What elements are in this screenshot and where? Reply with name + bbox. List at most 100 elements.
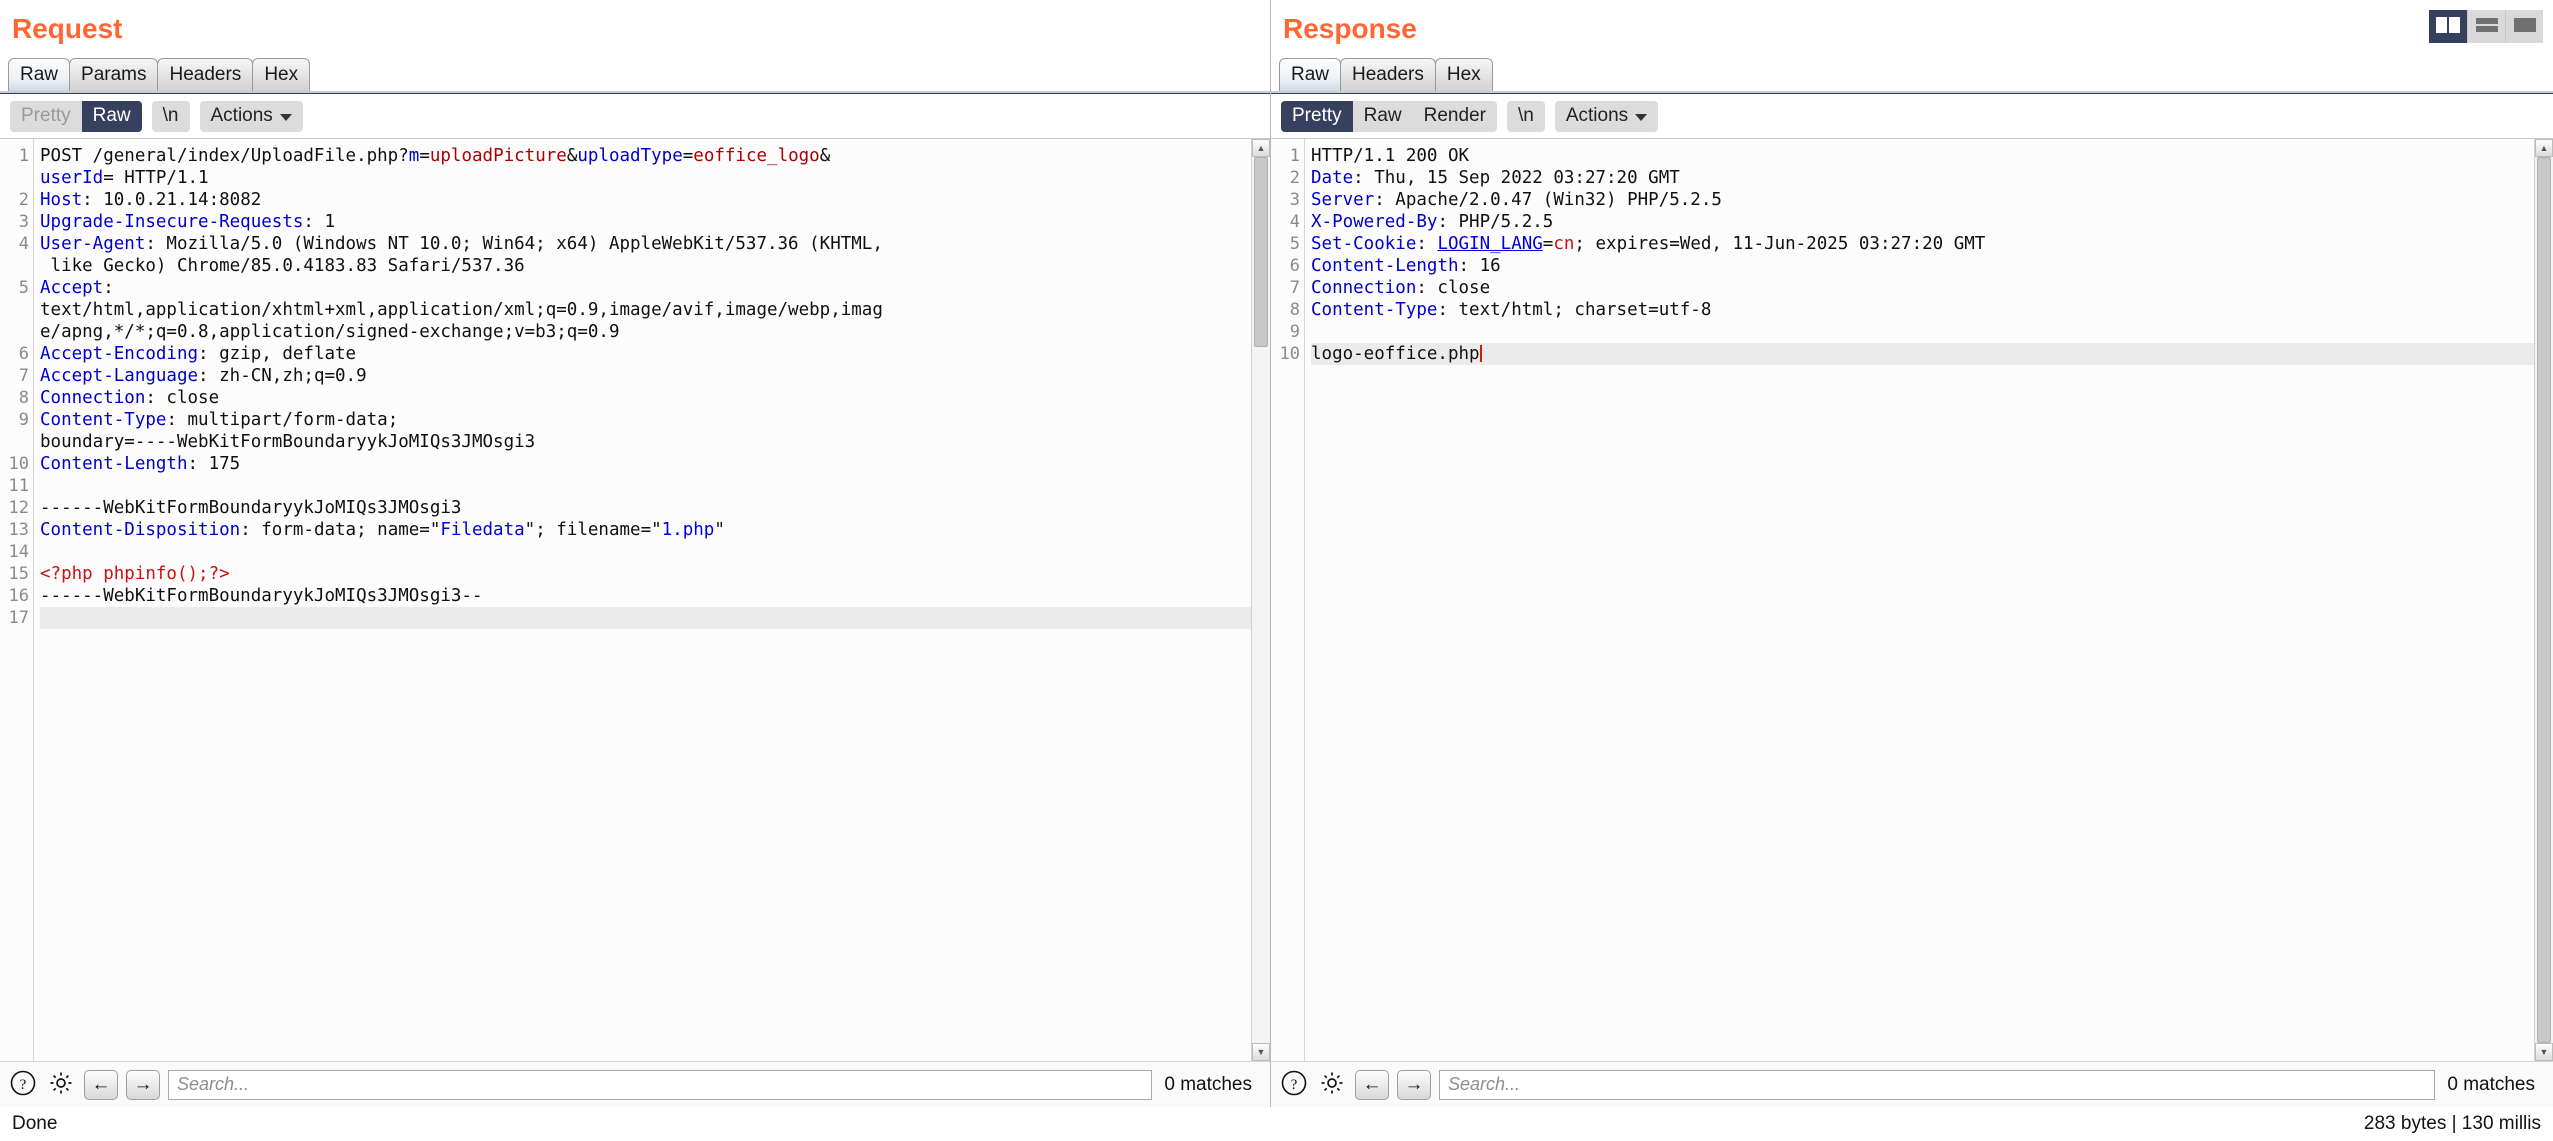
code-span: Content-Length — [40, 454, 188, 474]
arrow-right-icon: → — [1405, 1074, 1424, 1096]
code-span: Content-Type — [1311, 300, 1437, 320]
split-horizontal-icon — [2476, 17, 2498, 36]
question-mark-icon: ? — [1281, 1070, 1307, 1099]
request-searchbar: ? ← — [0, 1061, 1270, 1107]
response-view-raw[interactable]: Raw — [1353, 101, 1413, 132]
code-span: cn — [1553, 234, 1574, 254]
code-span: userId — [40, 168, 103, 188]
request-tab-raw[interactable]: Raw — [8, 58, 70, 91]
arrow-left-icon: ← — [92, 1074, 111, 1096]
code-line: userId= HTTP/1.1 — [40, 167, 1251, 189]
request-scroll-thumb[interactable] — [1254, 157, 1268, 347]
response-view-render[interactable]: Render — [1413, 101, 1497, 132]
svg-text:?: ? — [20, 1077, 27, 1093]
code-span: logo-eoffice.php — [1311, 344, 1480, 364]
request-newline-button[interactable]: \n — [152, 101, 190, 132]
request-view-mode-group: Pretty Raw — [10, 101, 142, 132]
line-number: 17 — [0, 607, 33, 629]
request-scroll-down-arrow[interactable]: ▼ — [1252, 1043, 1270, 1061]
code-line: Content-Type: text/html; charset=utf-8 — [1311, 299, 2534, 321]
code-line: Server: Apache/2.0.47 (Win32) PHP/5.2.5 — [1311, 189, 2534, 211]
code-span: : Thu, 15 Sep 2022 03:27:20 GMT — [1353, 168, 1680, 188]
line-number: 15 — [0, 563, 33, 585]
code-span: Upgrade-Insecure-Requests — [40, 212, 303, 232]
line-number: 1 — [0, 145, 33, 167]
request-help-button[interactable]: ? — [8, 1070, 38, 1100]
response-editor[interactable]: 12345678910 HTTP/1.1 200 OKDate: Thu, 15… — [1271, 139, 2534, 1061]
response-scroll-track[interactable] — [2535, 157, 2553, 1043]
code-span: : close — [1416, 278, 1490, 298]
response-vertical-scrollbar[interactable]: ▲ ▼ — [2534, 139, 2553, 1061]
line-number: 14 — [0, 541, 33, 563]
code-span: LOGIN_LANG — [1437, 234, 1542, 254]
line-number: 10 — [0, 453, 33, 475]
request-editor[interactable]: 1 234 5 6789 1011121314151617 POST /gene… — [0, 139, 1251, 1061]
response-search-next-button[interactable]: → — [1397, 1070, 1431, 1100]
line-number: 9 — [1271, 321, 1304, 343]
request-tab-hex[interactable]: Hex — [252, 58, 310, 91]
response-editor-wrap: 12345678910 HTTP/1.1 200 OKDate: Thu, 15… — [1271, 138, 2553, 1061]
code-span: text/html,application/xhtml+xml,applicat… — [40, 300, 883, 320]
response-actions-button[interactable]: Actions — [1555, 101, 1658, 132]
code-span: POST /general/index/UploadFile.php? — [40, 146, 409, 166]
response-view-pretty[interactable]: Pretty — [1281, 101, 1353, 132]
code-span: "; filename=" — [525, 520, 662, 540]
response-scroll-up-arrow[interactable]: ▲ — [2535, 139, 2553, 157]
response-title-row: Response — [1271, 0, 2553, 58]
code-line: Accept: — [40, 277, 1251, 299]
response-search-previous-button[interactable]: ← — [1355, 1070, 1389, 1100]
request-view-pretty[interactable]: Pretty — [10, 101, 82, 132]
request-settings-button[interactable] — [46, 1070, 76, 1100]
line-number: 5 — [0, 277, 33, 299]
layout-single-pane-button[interactable] — [2505, 10, 2543, 43]
request-view-raw[interactable]: Raw — [82, 101, 142, 132]
request-search-next-button[interactable]: → — [126, 1070, 160, 1100]
response-search-input[interactable] — [1439, 1070, 2435, 1100]
code-span: boundary=----WebKitFormBoundaryykJoMIQs3… — [40, 432, 535, 452]
code-span: : 175 — [188, 454, 241, 474]
request-vertical-scrollbar[interactable]: ▲ ▼ — [1251, 139, 1270, 1061]
code-span: m — [409, 146, 420, 166]
code-line: ------WebKitFormBoundaryykJoMIQs3JMOsgi3 — [40, 497, 1251, 519]
code-span: : zh-CN,zh;q=0.9 — [198, 366, 367, 386]
request-tab-headers[interactable]: Headers — [157, 58, 253, 91]
request-scroll-up-arrow[interactable]: ▲ — [1252, 139, 1270, 157]
request-pane: Request Raw Params Headers Hex Pretty Ra… — [0, 0, 1271, 1107]
code-line: Connection: close — [1311, 277, 2534, 299]
code-span: = HTTP/1.1 — [103, 168, 208, 188]
response-title: Response — [1283, 13, 1417, 45]
request-search-input[interactable] — [168, 1070, 1152, 1100]
code-line: Set-Cookie: LOGIN_LANG=cn; expires=Wed, … — [1311, 233, 2534, 255]
code-span: Accept-Encoding — [40, 344, 198, 364]
request-tab-params[interactable]: Params — [69, 58, 158, 91]
layout-split-horizontal-button[interactable] — [2467, 10, 2505, 43]
request-editor-wrap: 1 234 5 6789 1011121314151617 POST /gene… — [0, 138, 1270, 1061]
request-search-previous-button[interactable]: ← — [84, 1070, 118, 1100]
request-title: Request — [12, 13, 122, 45]
layout-split-vertical-button[interactable] — [2429, 10, 2467, 43]
request-actions-button[interactable]: Actions — [200, 101, 303, 132]
response-tab-headers[interactable]: Headers — [1340, 58, 1436, 91]
request-code[interactable]: POST /general/index/UploadFile.php?m=upl… — [34, 139, 1251, 1061]
code-line: Connection: close — [40, 387, 1251, 409]
response-tab-hex[interactable]: Hex — [1435, 58, 1493, 91]
response-tab-raw[interactable]: Raw — [1279, 58, 1341, 91]
response-code[interactable]: HTTP/1.1 200 OKDate: Thu, 15 Sep 2022 03… — [1305, 139, 2534, 1061]
code-span: : form-data; name=" — [240, 520, 440, 540]
response-scroll-thumb[interactable] — [2537, 157, 2551, 1043]
response-settings-button[interactable] — [1317, 1070, 1347, 1100]
request-scroll-track[interactable] — [1252, 157, 1270, 1043]
code-line: Content-Disposition: form-data; name="Fi… — [40, 519, 1251, 541]
burp-repeater-window: Request Raw Params Headers Hex Pretty Ra… — [0, 0, 2553, 1141]
split-vertical-icon — [2436, 17, 2460, 36]
chevron-down-icon — [1635, 114, 1647, 121]
response-help-button[interactable]: ? — [1279, 1070, 1309, 1100]
code-span: X-Powered-By — [1311, 212, 1437, 232]
response-scroll-down-arrow[interactable]: ▼ — [2535, 1043, 2553, 1061]
gear-icon — [1319, 1070, 1345, 1099]
line-number: 4 — [0, 233, 33, 255]
line-number — [0, 255, 33, 277]
code-span: : 10.0.21.14:8082 — [82, 190, 261, 210]
line-number: 2 — [1271, 167, 1304, 189]
response-newline-button[interactable]: \n — [1507, 101, 1545, 132]
